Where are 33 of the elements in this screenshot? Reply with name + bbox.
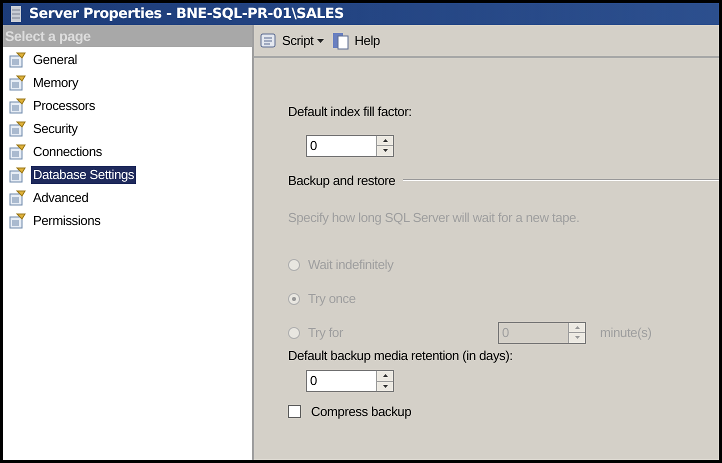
page-icon	[9, 212, 27, 228]
number-spinner[interactable]: 0	[306, 370, 394, 392]
sidebar-item[interactable]: Permissions	[31, 212, 102, 230]
help-button[interactable]: Help	[332, 30, 380, 50]
scroll-icon	[258, 32, 278, 50]
server-icon	[11, 6, 21, 22]
spin-up-icon[interactable]	[377, 371, 393, 382]
page-icon	[9, 74, 27, 90]
caret-icon	[317, 38, 324, 42]
sidebar-item[interactable]: Security	[31, 120, 80, 138]
spin-up-icon[interactable]	[377, 136, 393, 146]
sidebar-item[interactable]: Memory	[31, 74, 80, 92]
spin-down-icon[interactable]	[377, 146, 393, 156]
page-icon	[9, 98, 27, 114]
page-icon	[9, 120, 27, 136]
sidebar-item[interactable]: Advanced	[31, 188, 90, 206]
section-heading: Backup and restore	[288, 172, 396, 190]
document-icon	[332, 32, 350, 50]
script-button[interactable]: Script	[258, 30, 324, 50]
window-title: Server Properties - BNE-SQL-PR-01\SALES	[29, 4, 344, 24]
sidebar-item[interactable]: Database Settings	[31, 166, 136, 184]
sidebar-item[interactable]: General	[31, 50, 80, 68]
retention-label: Default backup media retention (in days):	[288, 346, 514, 365]
checkbox-label: Compress backup	[311, 403, 412, 421]
page-icon	[9, 52, 27, 68]
sidebar-item[interactable]: Connections	[31, 142, 104, 160]
page-icon	[9, 144, 27, 160]
page-icon	[9, 166, 27, 182]
checkbox[interactable]	[288, 405, 301, 418]
number-spinner[interactable]: 0	[306, 134, 394, 156]
page-icon	[9, 190, 27, 206]
fill-factor-label: Default index fill factor:	[288, 103, 413, 121]
sidebar-item[interactable]: Processors	[31, 96, 98, 114]
